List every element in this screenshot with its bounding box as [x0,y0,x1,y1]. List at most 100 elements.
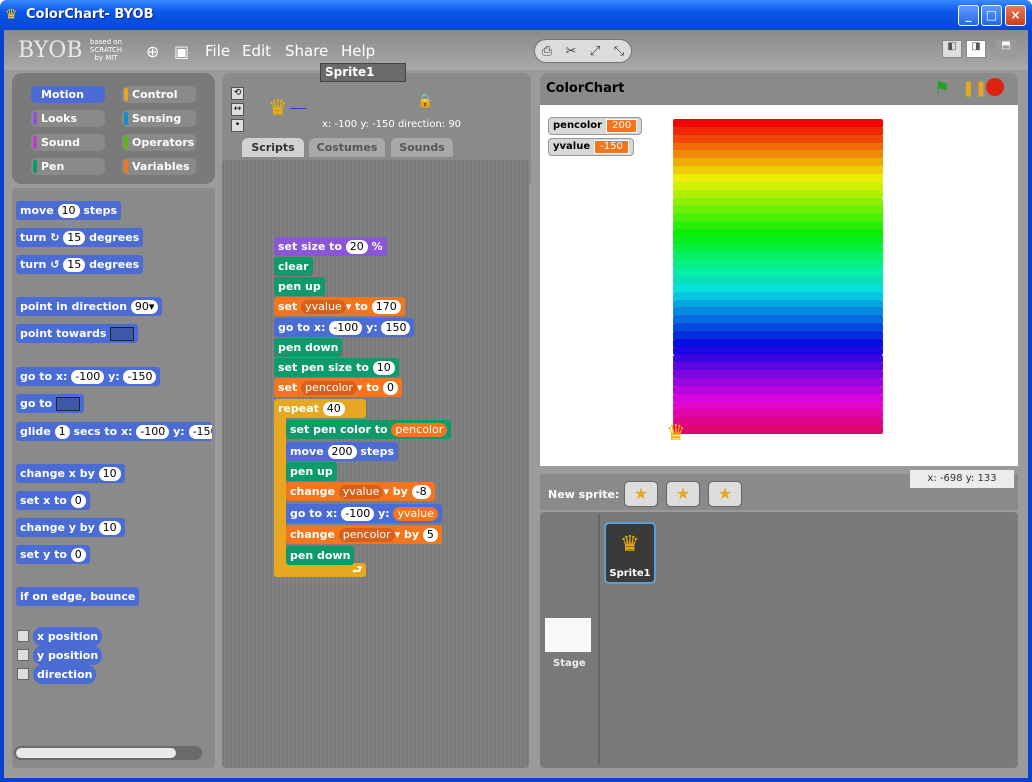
reporter-y-position[interactable]: y position [33,646,103,665]
menu-bar: BYOB based on SCRATCH by MIT ⊕ ▣ File Ed… [4,30,1028,70]
block-goto[interactable]: go to [16,394,84,413]
menu-help[interactable]: Help [341,42,375,60]
block-change-y[interactable]: change y by 10 [16,518,125,537]
sprite1-label: Sprite1 [609,568,651,579]
presentation-icon[interactable]: ⬒ [996,40,1016,58]
checkbox-y-position[interactable] [17,649,29,661]
script-pen-down-2[interactable]: pen down [286,546,355,565]
block-bounce[interactable]: if on edge, bounce [16,587,140,606]
tab-scripts[interactable]: Scripts [242,138,304,157]
grow-tool-icon[interactable]: ⤢ [583,41,607,63]
script-clear[interactable]: clear [274,257,313,276]
script-goto-xy[interactable]: go to x: -100 y: 150 [274,318,415,337]
sprite-thumbnail-icon: ♛ [268,96,288,121]
sprite1-thumbnail[interactable]: ♛ Sprite1 [604,522,656,584]
block-turn-left[interactable]: turn ↺ 15 degrees [16,255,144,274]
script-move[interactable]: move 200 steps [286,442,399,461]
delete-tool-icon[interactable]: ✂ [559,41,583,63]
rotate-style-icon[interactable]: ⟲ [231,87,244,100]
small-stage-icon[interactable]: ◧ [942,40,962,58]
watcher-pencolor[interactable]: pencolor 200 [548,117,643,135]
category-variables[interactable]: Variables [122,158,196,175]
shrink-tool-icon[interactable]: ⤡ [607,41,631,63]
no-rotate-icon[interactable]: • [231,119,244,132]
repeat-end: ⮐ [274,563,366,577]
repeat-c-arm [274,417,286,567]
script-pen-size[interactable]: set pen size to 10 [274,358,399,377]
stage-sprite-icon[interactable]: ♛ [666,421,686,446]
script-goto-yvalue[interactable]: go to x: -100 y: yvalue [286,504,443,523]
script-set-yvalue[interactable]: set yvalue ▾ to 170 [274,297,405,316]
block-change-x[interactable]: change x by 10 [16,464,125,483]
palette-scrollbar[interactable] [14,746,202,760]
lock-icon[interactable]: 🔒 [417,94,433,109]
flip-style-icon[interactable]: ↔ [231,103,244,116]
block-turn-right[interactable]: turn ↻ 15 degrees [16,228,144,247]
menu-file[interactable]: File [205,42,230,60]
block-glide[interactable]: glide 1 secs to x: -100 y: -150 [16,422,212,441]
script-set-pen-color[interactable]: set pen color to pencolor [286,420,452,439]
stage-title: ColorChart [546,81,625,96]
color-chart-drawing [673,119,883,434]
script-change-pencolor[interactable]: change pencolor ▾ by 5 [286,525,442,544]
category-sound[interactable]: Sound [31,134,105,151]
script-set-size[interactable]: set size to 20 % [274,237,387,256]
stage-label: Stage [553,658,586,669]
block-move[interactable]: move 10 steps [16,201,122,220]
minimize-button[interactable]: _ [958,5,979,26]
script-change-yvalue[interactable]: change yvalue ▾ by -8 [286,482,435,501]
sprite-list-divider [598,514,600,764]
sprite1-costume-icon: ♛ [620,532,640,557]
script-set-pencolor[interactable]: set pencolor ▾ to 0 [274,378,402,397]
menu-edit[interactable]: Edit [242,42,271,60]
tab-sounds[interactable]: Sounds [391,138,453,157]
pen-stripe [673,425,883,434]
window-title: ColorChart- BYOB [26,7,154,22]
random-sprite-icon[interactable]: ★ [708,481,742,507]
reporter-x-position[interactable]: x position [33,627,103,646]
direction-line[interactable] [290,108,306,109]
duplicate-tool-icon[interactable]: ⎙ [535,41,559,63]
sprite-name-field[interactable]: Sprite1 [320,63,406,82]
script-pen-down[interactable]: pen down [274,338,343,357]
script-pen-up[interactable]: pen up [274,277,325,296]
close-button[interactable]: × [1005,5,1026,26]
watcher-yvalue[interactable]: yvalue -150 [548,138,634,156]
block-set-x[interactable]: set x to 0 [16,491,90,510]
category-pen[interactable]: Pen [31,158,105,175]
tool-buttons: ⎙ ✂ ⤢ ⤡ [534,39,632,63]
block-goto-xy[interactable]: go to x: -100 y: -150 [16,367,161,386]
category-motion[interactable]: Motion [31,86,105,103]
checkbox-x-position[interactable] [17,630,29,642]
mouse-coords: x: -698 y: 133 [910,470,1014,488]
open-sprite-icon[interactable]: ★ [666,481,700,507]
save-icon[interactable]: ▣ [174,42,189,61]
block-set-y[interactable]: set y to 0 [16,545,90,564]
block-point-direction[interactable]: point in direction 90▾ [16,297,163,316]
app-icon: ♛ [5,7,18,23]
category-operators[interactable]: Operators [122,134,196,151]
globe-icon[interactable]: ⊕ [146,42,159,61]
sprite-coords: x: -100 y: -150 direction: 90 [322,119,462,130]
menu-share[interactable]: Share [285,42,328,60]
green-flag-icon[interactable]: ⚑ [934,78,950,99]
tab-costumes[interactable]: Costumes [309,138,385,157]
logo-subtitle: based on SCRATCH by MIT [89,38,123,62]
byob-logo: BYOB [18,38,83,63]
block-point-towards[interactable]: point towards [16,324,139,343]
new-sprite-label: New sprite: [548,488,620,501]
maximize-button[interactable]: □ [981,5,1002,26]
script-pen-up-2[interactable]: pen up [286,462,337,481]
stop-icon[interactable] [986,78,1004,96]
category-sensing[interactable]: Sensing [122,110,196,127]
category-control[interactable]: Control [122,86,196,103]
paint-sprite-icon[interactable]: ★ [624,481,658,507]
stage-thumbnail[interactable] [545,618,591,652]
pause-icon[interactable]: ❚❚ [962,79,987,97]
script-repeat[interactable]: repeat 40 [274,399,366,418]
reporter-direction[interactable]: direction [33,665,97,684]
category-looks[interactable]: Looks [31,110,105,127]
normal-stage-icon[interactable]: ◨ [966,40,986,58]
checkbox-direction[interactable] [17,668,29,680]
title-bar[interactable]: ♛ ColorChart- BYOB _ □ × [0,0,1032,30]
